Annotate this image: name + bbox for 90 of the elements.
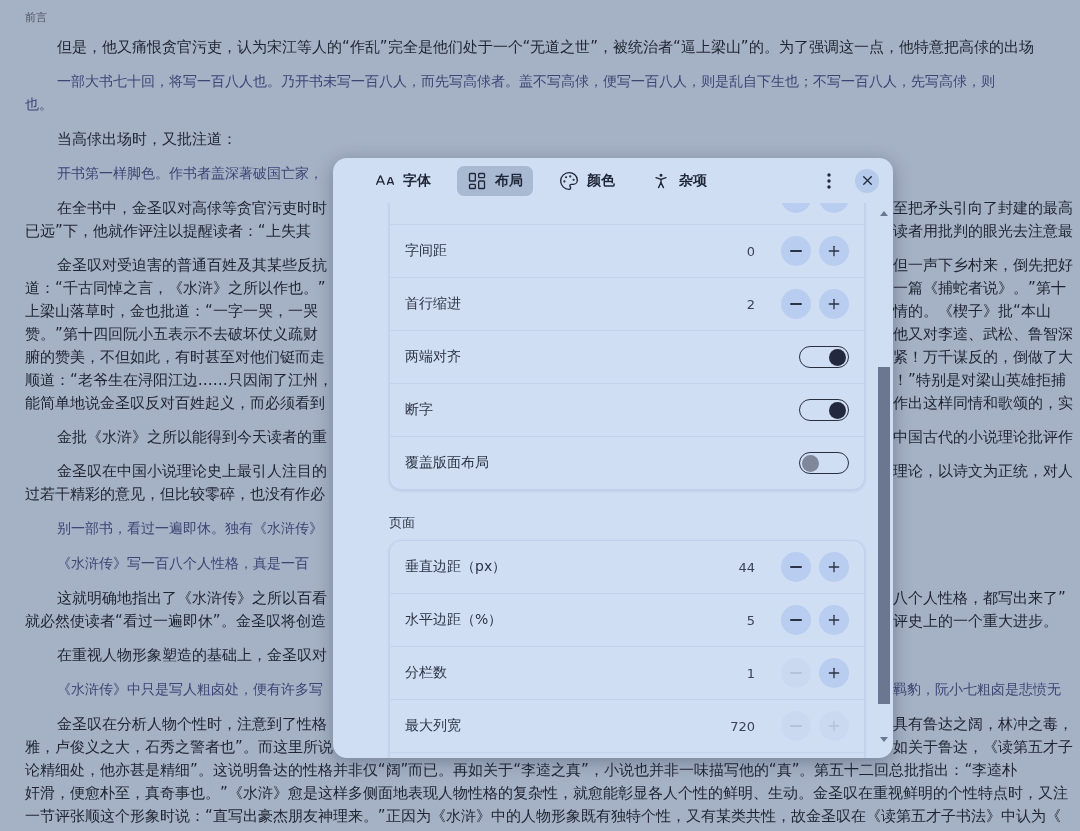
minus-icon [790, 566, 802, 568]
quote-text: 《水浒传》写一百八个人性格，真是一百 [57, 554, 309, 573]
close-button[interactable] [855, 168, 879, 193]
body-text: 奸滑，便愈朴至，真奇事也。”《水浒》愈是这样多侧面地表现人物性格的复杂性，就愈能彰显各人个性的鲜明、生动。金圣叹在重视鲜明的个性特点时，又注 [25, 783, 1068, 804]
increase-button[interactable] [819, 605, 849, 635]
body-text: 读者用批判的眼光去注意最 [893, 222, 1073, 240]
body-text: 道：“千古同悼之言，《水浒》之所以作也。” [25, 278, 326, 299]
body-text: 情的。《楔子》批“本山 [893, 302, 1051, 320]
body-text: 八个人性格，都写出来了” [893, 589, 1066, 607]
quote-text: 开书第一样脚色。作书者盖深著破国亡家， [57, 164, 323, 183]
settings-tab[interactable]: 颜色 [549, 165, 625, 196]
plus-icon [826, 559, 842, 575]
body-text: 腑的赞美，不但如此，有时甚至对他们铤而走 [25, 347, 325, 368]
body-text: 他又对李逵、武松、鲁智深 [893, 325, 1073, 343]
increase-button[interactable] [819, 289, 849, 319]
setting-label: 断字 [405, 401, 434, 419]
settings-tab[interactable]: 布局 [457, 165, 533, 196]
body-text: 如关于鲁达，《读第五才子 [893, 738, 1073, 756]
setting-label: 两端对齐 [405, 348, 462, 366]
setting-label: 字间距 [405, 242, 448, 260]
decrease-button[interactable] [781, 605, 811, 635]
settings-tab[interactable]: 字体 [365, 165, 441, 196]
body-text: 能简单地说金圣叹反对百姓起义，而必须看到 [25, 393, 325, 414]
setting-value: 1 [746, 665, 755, 681]
minus-icon [790, 619, 802, 621]
increase-button[interactable] [819, 552, 849, 582]
setting-value: 0 [746, 243, 755, 259]
body-text: 中国古代的小说理论批评作 [893, 428, 1073, 446]
body-text: 至把矛头引向了封建的最高 [893, 199, 1073, 217]
scrollbar-thumb[interactable] [878, 367, 890, 704]
setting-value: 44 [738, 559, 755, 575]
body-text: 具有鲁达之阔，林冲之毒， [893, 715, 1073, 733]
setting-label: 水平边距（%） [405, 611, 504, 629]
setting-value: 720 [730, 718, 755, 734]
setting-value: 2 [746, 296, 755, 312]
decrease-button[interactable] [781, 552, 811, 582]
body-text: 在重视人物形象塑造的基础上，金圣叹对 [57, 645, 327, 666]
body-text: ！”特别是对梁山英雄拒捕 [893, 371, 1066, 389]
body-text: 紧！万千谋反的，倒做了大 [893, 348, 1073, 366]
body-text: 在全书中，金圣叹对高俅等贪官污吏时时 [57, 198, 327, 219]
body-text: 金圣叹对受迫害的普通百姓及其某些反抗 [57, 255, 327, 276]
body-text: 金批《水浒》之所以能得到今天读者的重 [57, 427, 327, 448]
body-text: 当高俅出场时，又批注道： [57, 129, 237, 150]
quote-text: 也。 [25, 95, 53, 114]
minus-icon [790, 303, 802, 305]
layout-grid-icon [467, 170, 487, 191]
body-text: 作出这样同情和歌颂的，实 [893, 394, 1073, 412]
body-text: 但一声下乡村来，倒先把好 [893, 256, 1073, 274]
body-text: 就必然使读者“看过一遍即休”。金圣叹将创造 [25, 611, 326, 632]
plus-icon [826, 243, 842, 259]
decrease-button[interactable] [781, 236, 811, 266]
body-text: 过若干精彩的意见，但比较零碎，也没有作必 [25, 484, 325, 505]
body-text: 一节评张顺这个形象时说：“直写出豪杰朋友神理来。”正因为《水浒》中的人物形象既有独特个性，又有某类共性，故金圣叹在《读第五才子书法》中认为《 [25, 806, 1061, 827]
setting-label: 最大列宽 [405, 717, 462, 735]
minus-icon [790, 250, 802, 252]
plus-icon [826, 612, 842, 628]
body-text: 赞。”第十四回阮小五表示不去破坏仗义疏财 [25, 324, 318, 345]
setting-label: 垂直边距（px） [405, 558, 508, 576]
body-text: 雅，卢俊义之大，石秀之警者也”。而这里所说 [25, 737, 333, 758]
setting-label: 首行缩进 [405, 295, 462, 313]
body-text: 评史上的一个重大进步。 [893, 612, 1058, 630]
increase-button[interactable] [819, 236, 849, 266]
plus-icon [826, 665, 842, 681]
body-text: 理论，以诗文为正统，对人 [893, 462, 1073, 480]
section-title: 页面 [389, 514, 416, 532]
body-text: 但是，他又痛恨贪官污吏，认为宋江等人的“作乱”完全是他们处于一个“无道之世”，被统治者“逼上梁山”的。为了强调这一点，他特意把高俅的出场 [57, 37, 1034, 58]
increase-button[interactable] [819, 658, 849, 688]
scroll-down-arrow[interactable] [880, 737, 888, 742]
quote-text: 羁豹，阮小七粗卤是悲愤无 [893, 681, 1061, 697]
body-text: 金圣叹在分析人物个性时，注意到了性格 [57, 714, 327, 735]
setting-label: 覆盖版面布局 [405, 454, 490, 472]
scroll-up-arrow[interactable] [880, 211, 888, 216]
quote-text: 别一部书，看过一遍即休。独有《水浒传》 [57, 519, 323, 538]
body-text: 这就明确地指出了《水浒传》之所以百看 [57, 588, 327, 609]
body-text: 论精细处，他亦甚是精细”。这说明鲁达的性格并非仅“阔”而已。再如关于“李逵之真”，小说也并非一味描写他的“真”。第五十二回总批指出：“李逵朴 [25, 760, 1018, 781]
setting-value: 5 [746, 612, 755, 628]
decrease-button[interactable] [781, 289, 811, 319]
setting-label: 分栏数 [405, 664, 448, 682]
body-text: 金圣叹在中国小说理论史上最引人注目的 [57, 461, 327, 482]
palette-icon [559, 170, 579, 191]
quote-text: 一部大书七十回，将写一百八人也。乃开书未写一百八人，而先写高俅者。盖不写高俅，便写一百八人，则是乱自下生也；不写一百八人，先写高俅，则 [57, 72, 995, 91]
more-vertical-icon [827, 172, 831, 189]
plus-icon [826, 296, 842, 312]
chapter-title: 前言 [25, 10, 48, 26]
body-text: 顺道：“老爷生在浔阳江边……只因闹了江州， [25, 370, 333, 391]
body-text: 已远”下，他就作评注以提醒读者：“上失其 [25, 221, 311, 242]
quote-text: 《水浒传》中只是写人粗卤处，便有许多写 [57, 680, 323, 699]
body-text: 上梁山落草时，金也批道：“一字一哭，一哭 [25, 301, 318, 322]
body-text: 一篇《捕蛇者说》。”第十 [893, 279, 1066, 297]
settings-tab[interactable]: 杂项 [641, 165, 717, 196]
